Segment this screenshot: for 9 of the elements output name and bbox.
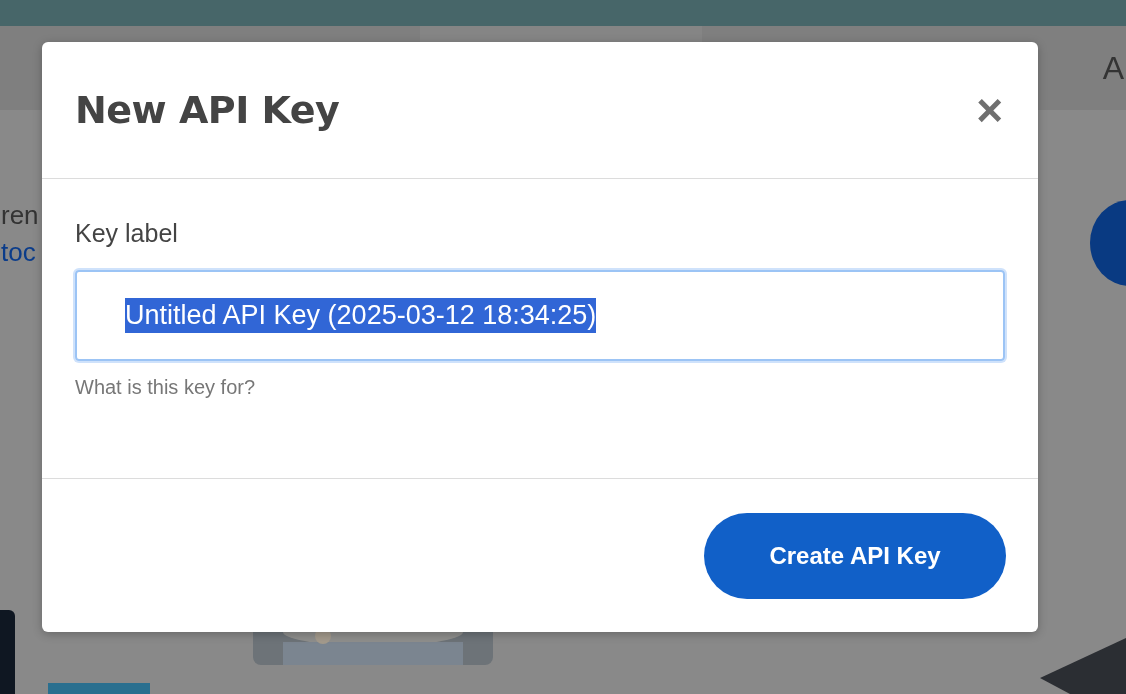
input-field[interactable]: Untitled API Key (2025-03-12 18:34:25) <box>75 270 1005 361</box>
dialog-title: New API Key <box>75 88 340 132</box>
create-button[interactable]: Create API Key <box>704 512 1006 599</box>
help-text: What is this key for? <box>75 376 257 399</box>
field-label: Key label <box>75 219 179 248</box>
page-link[interactable]: toc <box>1 237 39 268</box>
page-text: ren <box>1 200 39 231</box>
header-text: A <box>1102 49 1124 87</box>
close-button[interactable]: × <box>974 87 1005 133</box>
